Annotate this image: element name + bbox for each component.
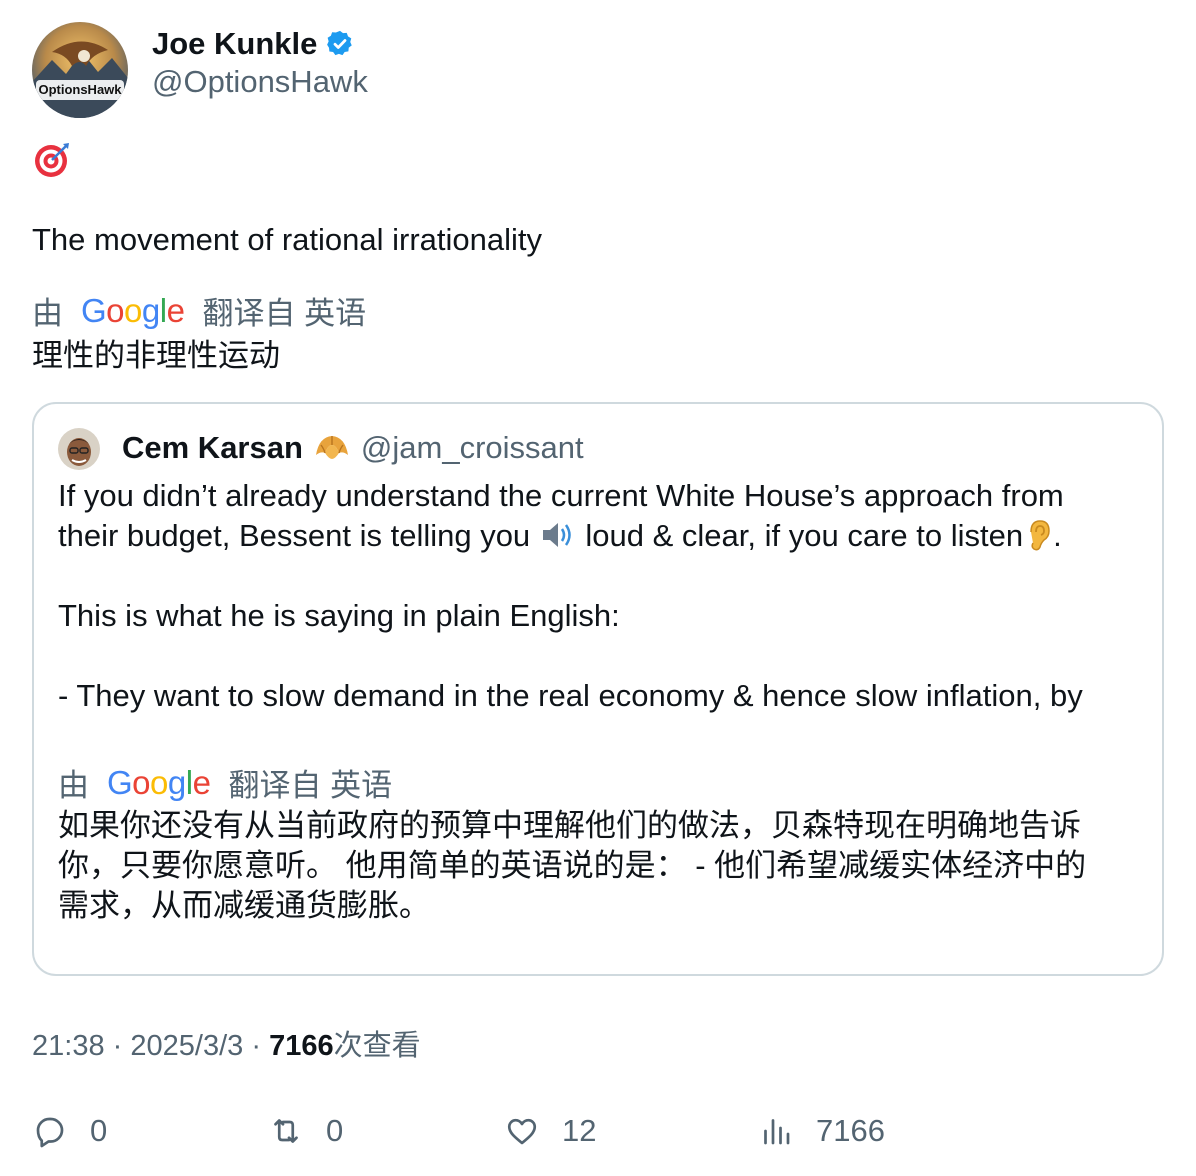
translated-text: 理性的非理性运动 — [32, 338, 280, 373]
quoted-translation-attribution[interactable]: 由 Google 翻译自 英语 — [58, 760, 392, 805]
quoted-author-row: Cem Karsan @jam_croissant — [122, 426, 584, 470]
author-name-row: Joe Kunkle — [152, 24, 355, 64]
author-handle[interactable]: @OptionsHawk — [152, 64, 368, 100]
author-avatar[interactable]: OptionsHawk — [32, 22, 128, 118]
translation-from-label: 翻译自 英语 — [202, 296, 367, 331]
google-logo-quoted: Google — [107, 763, 211, 801]
tweet-header: OptionsHawk Joe Kunkle @OptionsHawk — [32, 22, 732, 122]
reply-icon — [36, 1117, 64, 1148]
quoted-author-handle[interactable]: @jam_croissant — [361, 430, 584, 466]
tweet-text: The movement of rational irrationality — [32, 222, 543, 257]
views-label: 次查看 — [333, 1030, 421, 1062]
translation-attribution[interactable]: 由 Google 翻译自 英语 — [32, 288, 366, 333]
views-count: 7166 — [816, 1113, 885, 1148]
reply-button[interactable]: 0 — [32, 1106, 107, 1156]
quoted-line-2a: their budget, Bessent is telling you — [58, 518, 539, 553]
tweet-date[interactable]: 2025/3/3 — [130, 1030, 243, 1062]
tweet-time[interactable]: 21:38 — [32, 1030, 105, 1062]
tweet-meta: 21:38 · 2025/3/3 · 7166次查看 — [32, 1022, 421, 1064]
verified-badge-icon[interactable] — [325, 29, 355, 59]
avatar-logo-text: OptionsHawk — [38, 82, 122, 97]
like-button[interactable]: 12 — [504, 1106, 596, 1156]
like-count: 12 — [562, 1113, 597, 1148]
heart-icon — [507, 1118, 537, 1145]
croissant-icon — [313, 431, 351, 465]
quoted-translated-line-3: 需求，从而减缓通货膨胀。 — [58, 888, 430, 923]
quoted-author-name[interactable]: Cem Karsan — [122, 430, 303, 466]
quoted-translated-line-1: 如果你还没有从当前政府的预算中理解他们的做法，贝森特现在明确地告诉 — [58, 808, 1081, 843]
quoted-translated-line-2: 你，只要你愿意听。 他用简单的英语说的是： - 他们希望减缓实体经济中的 — [58, 848, 1087, 883]
retweet-button[interactable]: 0 — [268, 1106, 343, 1156]
quoted-line-2b: loud & clear, if you care to listen — [576, 518, 1024, 553]
quoted-translation-by-label: 由 — [58, 768, 89, 803]
translation-by-label: 由 — [32, 296, 63, 331]
view-count: 7166 — [269, 1030, 334, 1062]
ear-icon — [1023, 518, 1053, 552]
quoted-author-avatar[interactable] — [58, 428, 100, 470]
quoted-line-3: This is what he is saying in plain Engli… — [58, 598, 620, 633]
action-bar: 0 0 12 7166 — [32, 1106, 1132, 1156]
quoted-translated-text: 如果你还没有从当前政府的预算中理解他们的做法，贝森特现在明确地告诉 你，只要你愿… — [58, 806, 1148, 926]
quoted-line-2: their budget, Bessent is telling you lou… — [58, 516, 1138, 556]
meta-separator-2: · — [251, 1030, 261, 1062]
google-logo: Google — [81, 291, 185, 329]
meta-separator: · — [112, 1030, 123, 1062]
quoted-tweet-body: If you didn’t already understand the cur… — [58, 476, 1138, 716]
speaker-icon — [539, 518, 577, 552]
quoted-line-1: If you didn’t already understand the cur… — [58, 478, 1064, 513]
views-button[interactable]: 7166 — [758, 1106, 885, 1156]
quoted-line-2c: . — [1053, 518, 1062, 553]
analytics-icon — [764, 1119, 790, 1145]
reply-count: 0 — [90, 1113, 108, 1148]
quoted-line-4: - They want to slow demand in the real e… — [58, 678, 1083, 713]
retweet-count: 0 — [326, 1113, 344, 1148]
retweet-icon — [274, 1119, 298, 1143]
quoted-tweet[interactable]: Cem Karsan @jam_croissant If you didn’t … — [32, 402, 1164, 976]
quoted-translation-from-label: 翻译自 英语 — [228, 768, 393, 803]
target-emoji-icon — [32, 140, 74, 182]
author-name[interactable]: Joe Kunkle — [152, 26, 317, 62]
